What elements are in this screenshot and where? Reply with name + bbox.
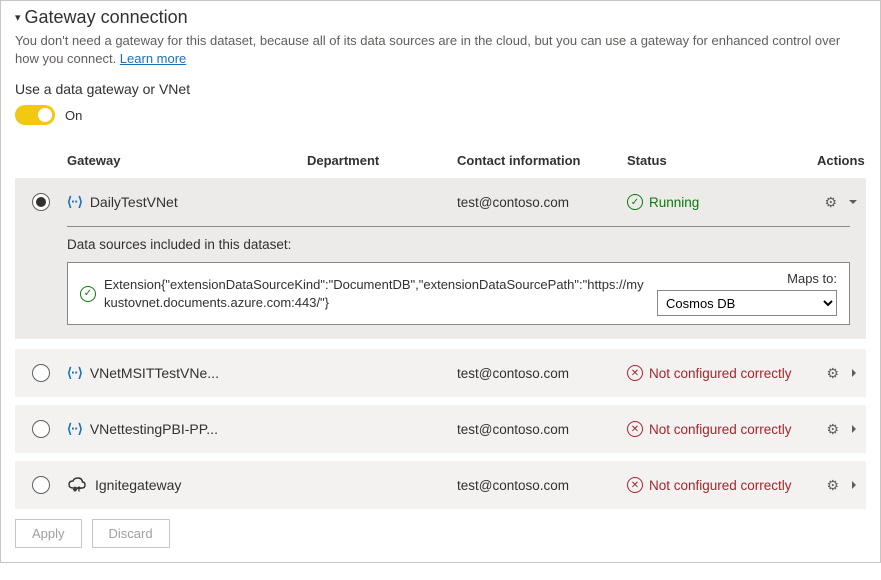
cloud-sync-icon: [67, 477, 87, 493]
status-text: Not configured correctly: [649, 366, 792, 381]
chevron-right-icon[interactable]: [849, 423, 859, 435]
toggle-row: On: [15, 105, 866, 125]
gateway-status: ✓ Running: [627, 194, 817, 210]
learn-more-link[interactable]: Learn more: [120, 51, 186, 66]
status-text: Not configured correctly: [649, 422, 792, 437]
gateway-radio[interactable]: [32, 364, 50, 382]
toggle-section-label: Use a data gateway or VNet: [15, 81, 866, 97]
gateway-table-header: Gateway Department Contact information S…: [15, 143, 866, 178]
gateway-name: Ignitegateway: [95, 477, 181, 493]
toggle-state-label: On: [65, 108, 82, 123]
check-circle-icon: ✓: [80, 286, 96, 302]
gateway-status: ✕ Not configured correctly: [627, 421, 817, 437]
gateway-toggle[interactable]: [15, 105, 55, 125]
gateway-row[interactable]: ⟨··⟩ DailyTestVNet test@contoso.com ✓ Ru…: [15, 178, 866, 226]
collapse-caret-icon[interactable]: ▾: [15, 11, 21, 24]
gateway-name: VNetMSITTestVNe...: [90, 365, 219, 381]
col-actions: Actions: [817, 153, 867, 168]
col-department: Department: [307, 153, 457, 168]
gear-icon[interactable]: ⚙: [826, 421, 839, 438]
section-title: Gateway connection: [25, 7, 188, 28]
col-contact: Contact information: [457, 153, 627, 168]
chevron-right-icon[interactable]: [849, 367, 859, 379]
col-gateway: Gateway: [67, 153, 307, 168]
gateway-radio[interactable]: [32, 193, 50, 211]
gateway-connection-panel: ▾ Gateway connection You don't need a ga…: [0, 0, 881, 563]
col-status: Status: [627, 153, 817, 168]
gear-icon[interactable]: ⚙: [824, 194, 837, 211]
gateway-radio[interactable]: [32, 420, 50, 438]
gateway-name: VNettestingPBI-PP...: [90, 421, 218, 437]
gateway-contact: test@contoso.com: [457, 422, 627, 437]
gateway-row[interactable]: ⟨··⟩ VNetMSITTestVNe... test@contoso.com…: [15, 349, 866, 397]
vnet-icon: ⟨··⟩: [67, 194, 82, 210]
vnet-icon: ⟨··⟩: [67, 365, 82, 381]
button-row: Apply Discard: [15, 519, 866, 548]
section-header[interactable]: ▾ Gateway connection: [15, 7, 866, 28]
status-text: Not configured correctly: [649, 478, 792, 493]
gateway-contact: test@contoso.com: [457, 366, 627, 381]
gateway-radio[interactable]: [32, 476, 50, 494]
maps-to-select[interactable]: Cosmos DB: [657, 290, 837, 316]
gateway-status: ✕ Not configured correctly: [627, 365, 817, 381]
chevron-right-icon[interactable]: [849, 479, 859, 491]
x-circle-icon: ✕: [627, 365, 643, 381]
gear-icon[interactable]: ⚙: [826, 477, 839, 494]
section-description: You don't need a gateway for this datase…: [15, 32, 866, 67]
status-text: Running: [649, 195, 699, 210]
datasource-header: Data sources included in this dataset:: [67, 237, 850, 252]
gateway-expanded-panel: Data sources included in this dataset: ✓…: [15, 226, 866, 339]
gateway-name: DailyTestVNet: [90, 194, 178, 210]
vnet-icon: ⟨··⟩: [67, 421, 82, 437]
x-circle-icon: ✕: [627, 421, 643, 437]
gateway-status: ✕ Not configured correctly: [627, 477, 817, 493]
gateway-contact: test@contoso.com: [457, 195, 627, 210]
datasource-box: ✓ Extension{"extensionDataSourceKind":"D…: [67, 262, 850, 325]
gateway-contact: test@contoso.com: [457, 478, 627, 493]
check-circle-icon: ✓: [627, 194, 643, 210]
chevron-down-icon[interactable]: [847, 196, 859, 208]
gear-icon[interactable]: ⚙: [826, 365, 839, 382]
datasource-text: Extension{"extensionDataSourceKind":"Doc…: [104, 276, 649, 311]
gateway-row[interactable]: ⟨··⟩ VNettestingPBI-PP... test@contoso.c…: [15, 405, 866, 453]
maps-to-label: Maps to:: [787, 271, 837, 286]
gateway-row[interactable]: Ignitegateway test@contoso.com ✕ Not con…: [15, 461, 866, 509]
apply-button[interactable]: Apply: [15, 519, 82, 548]
discard-button[interactable]: Discard: [92, 519, 170, 548]
toggle-knob-icon: [38, 108, 52, 122]
x-circle-icon: ✕: [627, 477, 643, 493]
